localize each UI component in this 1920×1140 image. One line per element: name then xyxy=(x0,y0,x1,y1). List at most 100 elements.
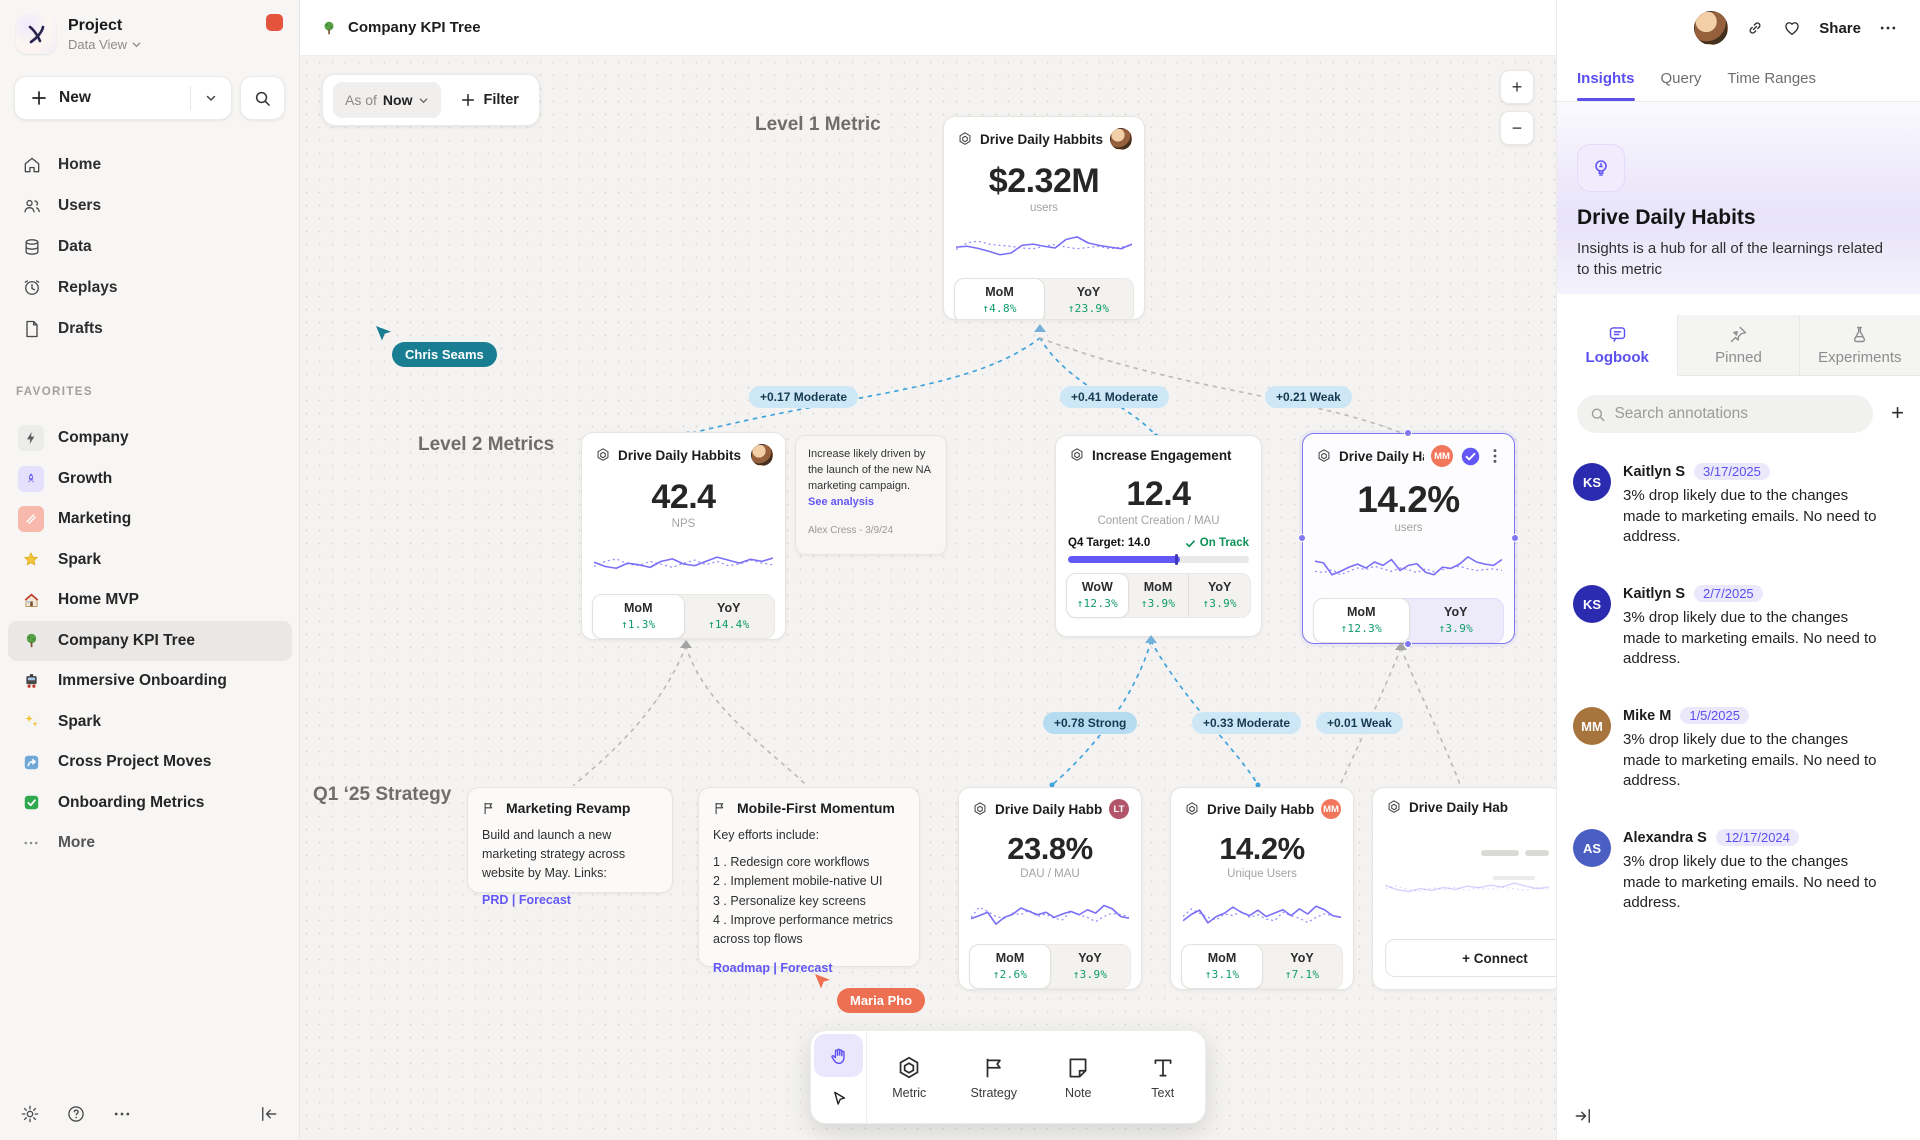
metric-card-q1d[interactable]: Drive Daily Habbits MM 14.2% Unique User… xyxy=(1170,787,1354,990)
annotation-search[interactable] xyxy=(1577,395,1873,433)
sidebar-item-immersive-onboarding[interactable]: Immersive Onboarding xyxy=(8,661,292,702)
favorite-heart-icon[interactable] xyxy=(1782,18,1802,38)
selection-handle[interactable] xyxy=(1298,534,1306,542)
settings-gear-icon[interactable] xyxy=(20,1104,40,1124)
tool-text[interactable]: Text xyxy=(1121,1031,1206,1123)
placeholder-dash xyxy=(1493,876,1535,880)
selection-handle[interactable] xyxy=(1404,640,1412,648)
avatar: AS xyxy=(1573,829,1611,867)
stat-mom[interactable]: MoM↑12.3% xyxy=(1313,598,1410,643)
sidebar-item-spark[interactable]: Spark xyxy=(8,540,292,581)
overflow-menu-icon[interactable] xyxy=(1878,18,1898,38)
stat-mom[interactable]: MoM↑1.3% xyxy=(592,594,685,639)
tab-query[interactable]: Query xyxy=(1661,56,1702,101)
sidebar: Project Data View New Home xyxy=(0,0,300,1140)
sidebar-item-home[interactable]: Home xyxy=(8,144,292,185)
sidebar-item-drafts[interactable]: Drafts xyxy=(8,308,292,349)
avatar: MM xyxy=(1573,707,1611,745)
stat-chips: MoM↑12.3% YoY↑3.9% xyxy=(1313,598,1504,643)
tab-insights[interactable]: Insights xyxy=(1577,56,1635,101)
annotation-item[interactable]: KS Kaitlyn S3/17/2025 3% drop likely due… xyxy=(1573,463,1905,548)
sidebar-item-users[interactable]: Users xyxy=(8,185,292,226)
annotation-search-input[interactable] xyxy=(1614,405,1860,423)
collapse-triangle[interactable] xyxy=(1034,324,1046,332)
annotation-date: 1/5/2025 xyxy=(1680,707,1749,724)
stat-wow[interactable]: WoW↑12.3% xyxy=(1066,573,1129,618)
metric-card-l1[interactable]: Drive Daily Habbits $2.32M users MoM↑4.8… xyxy=(943,116,1145,320)
edge-label: +0.33 Moderate xyxy=(1192,712,1301,734)
kpi-canvas[interactable]: As of Now Filter + − Level 1 Metric Leve… xyxy=(300,56,1556,1140)
tab-time-ranges[interactable]: Time Ranges xyxy=(1727,56,1816,101)
subtab-logbook[interactable]: Logbook xyxy=(1557,315,1677,376)
annotation-item[interactable]: KS Kaitlyn S2/7/2025 3% drop likely due … xyxy=(1573,585,1905,670)
sidebar-search-button[interactable] xyxy=(240,76,285,120)
filter-button[interactable]: Filter xyxy=(451,92,528,108)
stat-yoy[interactable]: YoY↑3.9% xyxy=(1188,574,1250,617)
x-logo-icon xyxy=(23,21,49,47)
sidebar-item-company[interactable]: Company xyxy=(8,418,292,459)
as-of-dropdown[interactable]: As of Now xyxy=(333,82,441,118)
sidebar-item-company-kpi-tree[interactable]: Company KPI Tree xyxy=(8,621,292,662)
zoom-in-button[interactable]: + xyxy=(1500,70,1534,104)
connect-button[interactable]: + Connect xyxy=(1385,939,1556,977)
collapse-triangle[interactable] xyxy=(1145,635,1157,643)
new-button[interactable]: New xyxy=(14,76,232,120)
new-dropdown-chevron[interactable] xyxy=(191,92,231,104)
sidebar-item-onboarding-metrics[interactable]: Onboarding Metrics xyxy=(8,783,292,824)
strategy-note-mobile-first[interactable]: Mobile-First Momentum Key efforts includ… xyxy=(698,787,920,967)
stat-yoy[interactable]: YoY↑14.4% xyxy=(684,595,775,638)
zoom-out-button[interactable]: − xyxy=(1500,111,1534,145)
collapse-sidebar-icon[interactable] xyxy=(259,1104,279,1124)
workspace-logo[interactable] xyxy=(16,14,56,54)
canvas-note[interactable]: Increase likely driven by the launch of … xyxy=(795,435,947,555)
strategy-note-marketing-revamp[interactable]: Marketing Revamp Build and launch a new … xyxy=(467,787,673,893)
stat-mom[interactable]: MoM↑3.1% xyxy=(1181,944,1263,989)
metric-card-empty-connect[interactable]: Drive Daily Hab + Connect xyxy=(1372,787,1556,990)
collapse-triangle[interactable] xyxy=(680,640,692,648)
data-view-switcher[interactable]: Data View xyxy=(68,37,142,52)
share-button[interactable]: Share xyxy=(1819,20,1861,37)
kebab-menu-icon[interactable] xyxy=(1488,448,1502,464)
metric-card-l2b[interactable]: Increase Engagement 12.4 Content Creatio… xyxy=(1055,435,1262,637)
sidebar-item-marketing[interactable]: Marketing xyxy=(8,499,292,540)
sidebar-item-replays[interactable]: Replays xyxy=(8,267,292,308)
stat-yoy[interactable]: YoY↑23.9% xyxy=(1044,279,1133,320)
sidebar-item-cross-project-moves[interactable]: Cross Project Moves xyxy=(8,742,292,783)
collapse-panel-icon[interactable] xyxy=(1573,1106,1593,1126)
more-dots-icon[interactable] xyxy=(112,1104,132,1124)
stat-yoy[interactable]: YoY↑3.9% xyxy=(1409,599,1504,642)
tool-strategy[interactable]: Strategy xyxy=(952,1031,1037,1123)
metric-card-q1c[interactable]: Drive Daily Habbits LT 23.8% DAU / MAU M… xyxy=(958,787,1142,990)
selection-handle[interactable] xyxy=(1404,429,1412,437)
sidebar-item-home-mvp[interactable]: Home MVP xyxy=(8,580,292,621)
selection-handle[interactable] xyxy=(1511,534,1519,542)
stat-mom[interactable]: MoM↑2.6% xyxy=(969,944,1051,989)
stat-mom[interactable]: MoM↑3.9% xyxy=(1128,574,1189,617)
metric-card-l2c-selected[interactable]: Drive Daily Habb.. MM 14.2% users MoM↑12… xyxy=(1302,433,1515,644)
user-avatar[interactable] xyxy=(1694,11,1728,45)
sparkline xyxy=(1315,540,1502,590)
annotation-item[interactable]: MM Mike M1/5/2025 3% drop likely due to … xyxy=(1573,707,1905,792)
hand-tool-button[interactable] xyxy=(814,1034,863,1077)
copy-link-icon[interactable] xyxy=(1745,18,1765,38)
subtab-experiments[interactable]: Experiments xyxy=(1799,315,1920,376)
annotation-item[interactable]: AS Alexandra S12/17/2024 3% drop likely … xyxy=(1573,829,1905,914)
select-tool-button[interactable] xyxy=(814,1077,863,1120)
prd-forecast-links[interactable]: PRD | Forecast xyxy=(482,893,571,907)
stat-mom[interactable]: MoM↑4.8% xyxy=(954,278,1045,320)
sidebar-item-more[interactable]: More xyxy=(8,823,292,864)
see-analysis-link[interactable]: See analysis xyxy=(808,496,874,508)
subtab-pinned[interactable]: Pinned xyxy=(1677,315,1798,376)
hexagon-metric-icon xyxy=(1316,448,1332,464)
metric-card-l2a[interactable]: Drive Daily Habbits 42.4 NPS MoM↑1.3% Yo… xyxy=(581,432,786,640)
tool-note[interactable]: Note xyxy=(1036,1031,1121,1123)
stat-yoy[interactable]: YoY↑7.1% xyxy=(1262,945,1342,988)
sidebar-item-spark-2[interactable]: Spark xyxy=(8,702,292,743)
help-icon[interactable] xyxy=(66,1104,86,1124)
sidebar-item-data[interactable]: Data xyxy=(8,226,292,267)
app: Project Data View New Home xyxy=(0,0,1920,1140)
stat-yoy[interactable]: YoY↑3.9% xyxy=(1050,945,1130,988)
add-annotation-button[interactable]: + xyxy=(1891,400,1904,426)
sidebar-item-growth[interactable]: Growth xyxy=(8,459,292,500)
tool-metric[interactable]: Metric xyxy=(867,1031,952,1123)
